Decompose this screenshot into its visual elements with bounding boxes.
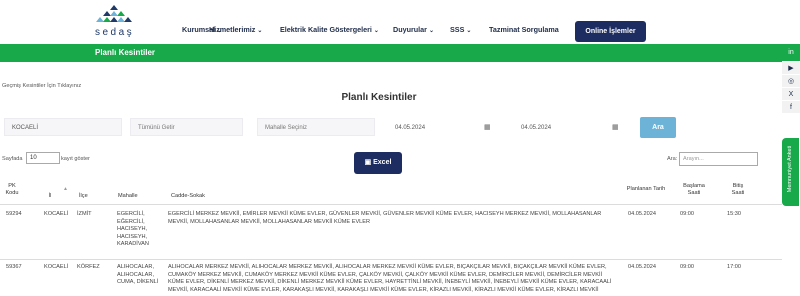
cell-il: KOCAELİ (44, 211, 69, 217)
end-date-input[interactable]: 04.05.2024 (513, 118, 605, 136)
column-label: İl (48, 193, 52, 199)
cell-baslama: 09:00 (680, 264, 694, 270)
cell-cadde: EGERCİLİ MERKEZ MEVKİİ, EMİRLER MEVKİİ K… (168, 211, 602, 225)
row-divider (0, 259, 782, 260)
cell-ilce: İZMİT (77, 211, 92, 217)
cell-mahalle: ALIHOCALAR, ALIHOCALAR, CUMA, DİKENLİ (117, 264, 159, 286)
cell-tarih: 04.05.2024 (628, 264, 656, 270)
column-header-bitis[interactable]: Bitiş Saati (726, 183, 750, 197)
calendar-icon[interactable]: ▦ (612, 123, 619, 131)
chevron-down-icon: ⌄ (428, 28, 434, 34)
page-banner: Planlı Kesintiler (0, 44, 800, 62)
column-header-ilce[interactable]: İlçe (79, 193, 88, 200)
instagram-icon[interactable]: ◎ (782, 75, 800, 88)
page-length-label: Sayfada (2, 156, 23, 162)
table-search-input[interactable]: Arayın... (679, 152, 758, 166)
cell-cadde: ALIHOCALAR MERKEZ MEVKİİ, ALIHOCALAR MER… (168, 264, 612, 293)
page-length-suffix: kayıt göster (61, 156, 90, 162)
cell-pk: 59367 (6, 264, 22, 270)
cell-tarih: 04.05.2024 (628, 211, 656, 217)
chevron-down-icon: ⌄ (257, 28, 263, 34)
social-sidebar: in ▶ ◎ X f (782, 44, 800, 114)
neighborhood-select[interactable]: Mahalle Seçiniz (257, 118, 375, 136)
cell-bitis: 17:00 (727, 264, 741, 270)
banner-title: Planlı Kesintiler (95, 48, 156, 57)
facebook-icon[interactable]: f (782, 101, 800, 114)
sort-icon[interactable]: ▲ (63, 186, 68, 193)
youtube-icon[interactable]: ▶ (782, 62, 800, 75)
cell-baslama: 09:00 (680, 211, 694, 217)
online-islemler-button[interactable]: Online İşlemler (575, 21, 646, 42)
x-icon[interactable]: X (782, 88, 800, 101)
chevron-down-icon: ⌄ (373, 28, 379, 34)
start-date-input[interactable]: 04.05.2024 (387, 118, 499, 136)
column-header-cadde[interactable]: Cadde-Sokak (171, 193, 205, 200)
nav-elektrik-kalite[interactable]: Elektrik Kalite Göstergeleri ⌄ (280, 25, 379, 34)
excel-export-button[interactable]: ▣ Excel (354, 152, 402, 174)
cell-mahalle: EGERCİLİ, EĞERCİLİ, HACISEYH, HACISEYH, … (117, 211, 149, 248)
table-header-divider (0, 204, 782, 205)
nav-label: Tazminat Sorgulama (489, 25, 559, 34)
nav-hizmetlerimiz[interactable]: Hizmetlerimiz ⌄ (209, 25, 262, 34)
column-header-baslama[interactable]: Başlama Saati (679, 183, 709, 197)
search-button[interactable]: Ara (640, 117, 676, 138)
past-outages-link[interactable]: Geçmiş Kesintiler İçin Tıklayınız (2, 83, 81, 89)
page-length-input[interactable]: 10 (26, 152, 60, 164)
calendar-icon[interactable]: ▦ (484, 123, 491, 131)
nav-label: Duyurular (393, 25, 427, 34)
cell-ilce: KÖRFEZ (77, 264, 100, 270)
table-search-label: Ara: (667, 156, 678, 162)
nav-sss[interactable]: SSS ⌄ (450, 25, 471, 34)
column-header-il[interactable]: İl (44, 193, 56, 200)
nav-label: Hizmetlerimiz (209, 25, 256, 34)
site-header: sedaş Kurumsal ⌄ Hizmetlerimiz ⌄ Elektrik … (0, 0, 800, 44)
nav-label: SSS (450, 25, 465, 34)
feedback-tab-label: Memnuniyet Anketi (787, 145, 793, 193)
feedback-tab[interactable]: Memnuniyet Anketi (782, 138, 799, 206)
column-header-mahalle[interactable]: Mahalle (118, 193, 138, 200)
cell-bitis: 15:30 (727, 211, 741, 217)
nav-duyurular[interactable]: Duyurular ⌄ (393, 25, 434, 34)
district-select[interactable]: Tümünü Getir (130, 118, 243, 136)
column-header-tarih[interactable]: Planlanan Tarih (626, 186, 666, 193)
linkedin-icon[interactable]: in (782, 44, 800, 62)
cell-il: KOCAELİ (44, 264, 69, 270)
excel-label: Excel (373, 159, 392, 166)
nav-label: Elektrik Kalite Göstergeleri (280, 25, 372, 34)
excel-icon: ▣ (364, 159, 374, 166)
column-header-pk[interactable]: PK Kodu (4, 183, 20, 197)
page-title: Planlı Kesintiler (341, 92, 417, 103)
logo-text: sedaş (95, 27, 135, 38)
nav-tazminat[interactable]: Tazminat Sorgulama (489, 25, 559, 34)
chevron-down-icon: ⌄ (466, 28, 472, 34)
cell-pk: 59294 (6, 211, 22, 217)
city-select[interactable]: KOCAELİ (4, 118, 122, 136)
